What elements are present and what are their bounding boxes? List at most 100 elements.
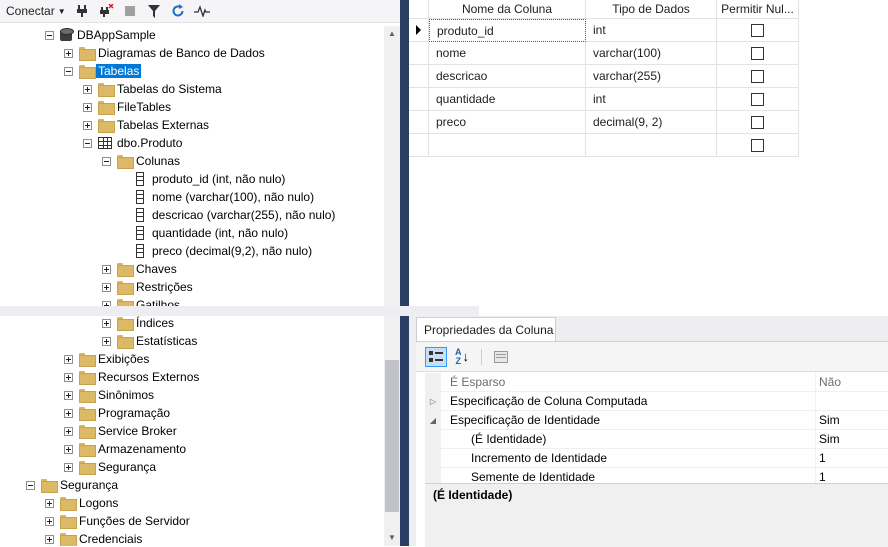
expand-icon[interactable] [64, 48, 73, 58]
expand-icon[interactable] [64, 408, 73, 418]
stop-icon[interactable] [122, 3, 138, 19]
expand-icon[interactable] [102, 282, 111, 292]
allow-nulls-checkbox[interactable] [751, 92, 764, 106]
data-type-cell[interactable] [586, 134, 717, 157]
expand-icon[interactable] [45, 516, 54, 526]
collapse-icon[interactable] [45, 30, 54, 40]
column-name-cell[interactable]: nome [429, 42, 586, 65]
panel-splitter[interactable] [400, 0, 409, 546]
connect-icon[interactable] [74, 3, 90, 19]
tree-item[interactable]: Chaves [0, 260, 384, 278]
property-value[interactable] [816, 392, 888, 411]
tree-item[interactable]: preco (decimal(9,2), não nulo) [0, 242, 384, 260]
property-row[interactable]: ◢ Especificação de Identidade Sim [425, 410, 888, 430]
collapse-icon[interactable] [26, 480, 35, 490]
allow-nulls-checkbox[interactable] [751, 138, 764, 152]
tree-item[interactable]: produto_id (int, não nulo) [0, 170, 384, 188]
tree-item[interactable]: Colunas [0, 152, 384, 170]
allow-nulls-checkbox[interactable] [751, 115, 764, 129]
collapse-icon[interactable]: ◢ [425, 410, 441, 430]
collapse-icon[interactable] [83, 138, 92, 148]
tree-item[interactable]: Tabelas Externas [0, 116, 384, 134]
collapse-icon[interactable] [64, 66, 73, 76]
tree-item[interactable]: Service Broker [0, 422, 384, 440]
data-type-cell[interactable]: decimal(9, 2) [586, 111, 717, 134]
tree-item[interactable]: Logons [0, 494, 384, 512]
data-type-cell[interactable]: varchar(100) [586, 42, 717, 65]
tree-item[interactable]: Credenciais [0, 530, 384, 546]
expand-icon[interactable] [64, 444, 73, 454]
property-row[interactable]: Incremento de Identidade 1 [425, 448, 888, 468]
row-selector[interactable] [409, 111, 429, 134]
tree-item[interactable]: nome (varchar(100), não nulo) [0, 188, 384, 206]
categorized-button[interactable] [425, 346, 447, 367]
expand-icon[interactable] [83, 120, 92, 130]
tree-item[interactable]: Sinônimos [0, 386, 384, 404]
tree-item[interactable]: Estatísticas [0, 332, 384, 350]
column-name-cell[interactable] [429, 134, 586, 157]
expand-icon[interactable] [64, 426, 73, 436]
property-value[interactable]: 1 [816, 449, 888, 468]
data-type-cell[interactable]: int [586, 19, 717, 42]
tree-item[interactable]: Funções de Servidor [0, 512, 384, 530]
property-pages-button[interactable] [490, 347, 512, 367]
expand-icon[interactable] [102, 336, 111, 346]
alphabetical-button[interactable]: A Z ↓ [451, 347, 473, 367]
expand-icon[interactable] [64, 372, 73, 382]
allow-nulls-checkbox[interactable] [751, 23, 764, 37]
tree-item[interactable]: Tabelas [0, 62, 384, 80]
object-explorer-scrollbar[interactable]: ▲ ▼ [384, 26, 400, 546]
tree-item[interactable]: Recursos Externos [0, 368, 384, 386]
tab-column-properties[interactable]: Propriedades da Coluna [416, 317, 556, 341]
row-selector[interactable] [409, 134, 429, 157]
tree-item[interactable]: dbo.Produto [0, 134, 384, 152]
tree-item[interactable]: descricao (varchar(255), não nulo) [0, 206, 384, 224]
property-row[interactable]: ▷ Especificação de Coluna Computada [425, 391, 888, 411]
data-type-header[interactable]: Tipo de Dados [586, 0, 717, 19]
allow-nulls-checkbox[interactable] [751, 69, 764, 83]
activity-monitor-icon[interactable] [193, 3, 210, 19]
expand-icon[interactable] [102, 264, 111, 274]
property-row[interactable]: É Esparso Não [425, 372, 888, 392]
property-row[interactable]: (É Identidade) Sim [425, 429, 888, 449]
data-type-cell[interactable]: int [586, 88, 717, 111]
expand-icon[interactable] [45, 534, 54, 544]
disconnect-icon[interactable] [98, 3, 114, 19]
property-value[interactable]: Sim [816, 430, 888, 449]
tree-item[interactable]: Armazenamento [0, 440, 384, 458]
column-name-cell[interactable]: quantidade [429, 88, 586, 111]
tree-item[interactable]: Exibições [0, 350, 384, 368]
expand-icon[interactable] [102, 318, 111, 328]
column-name-cell[interactable]: descricao [429, 65, 586, 88]
tree-item[interactable]: Diagramas de Banco de Dados [0, 44, 384, 62]
row-selector[interactable] [409, 42, 429, 65]
data-type-cell[interactable]: varchar(255) [586, 65, 717, 88]
expand-icon[interactable] [83, 102, 92, 112]
property-value[interactable]: Sim [816, 411, 888, 430]
tree-item[interactable]: Tabelas do Sistema [0, 80, 384, 98]
expand-icon[interactable] [64, 462, 73, 472]
connect-button[interactable]: Conectar ▼ [6, 2, 66, 20]
table-row[interactable] [409, 134, 799, 157]
scrollbar-thumb[interactable] [385, 360, 399, 512]
expand-icon[interactable] [83, 84, 92, 94]
row-selector[interactable] [409, 19, 429, 42]
column-name-cell[interactable]: preco [429, 111, 586, 134]
tree-item[interactable]: Restrições [0, 278, 384, 296]
tree-item[interactable]: Segurança [0, 458, 384, 476]
table-row[interactable]: produto_id int [409, 19, 799, 42]
filter-icon[interactable] [146, 3, 162, 19]
row-selector[interactable] [409, 65, 429, 88]
allow-nulls-checkbox[interactable] [751, 46, 764, 60]
collapse-icon[interactable] [102, 156, 111, 166]
property-value[interactable]: Não [816, 373, 888, 392]
designer-splitter[interactable] [0, 306, 479, 316]
row-selector[interactable] [409, 88, 429, 111]
scroll-up-icon[interactable]: ▲ [384, 26, 400, 42]
tree-item[interactable]: FileTables [0, 98, 384, 116]
tree-item[interactable]: Índices [0, 314, 384, 332]
tree-item[interactable]: quantidade (int, não nulo) [0, 224, 384, 242]
table-row[interactable]: preco decimal(9, 2) [409, 111, 799, 134]
tree-item[interactable]: DBAppSample [0, 26, 384, 44]
tree-item[interactable]: Programação [0, 404, 384, 422]
